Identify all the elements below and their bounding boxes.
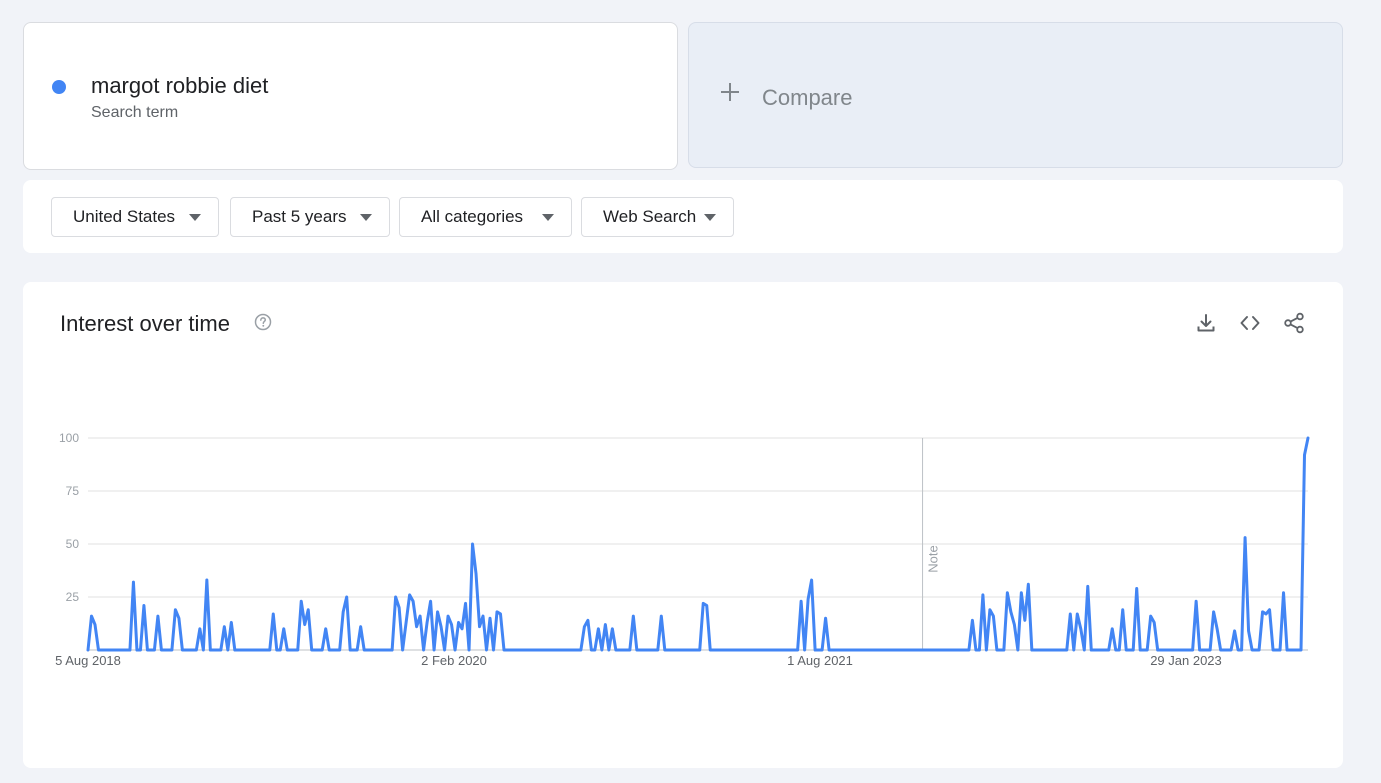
- search-term-subtitle: Search term: [91, 104, 179, 121]
- caret-down-icon: [542, 214, 554, 221]
- search-type-filter-dropdown[interactable]: Web Search: [581, 197, 734, 237]
- y-tick-label: 25: [66, 590, 80, 604]
- filter-bar: United States Past 5 years All categorie…: [23, 180, 1343, 253]
- search-term-card[interactable]: margot robbie diet Search term: [23, 22, 678, 170]
- search-term-name[interactable]: margot robbie diet: [91, 73, 268, 99]
- plus-icon: [721, 83, 739, 101]
- time-range-filter-label: Past 5 years: [252, 207, 347, 226]
- time-range-filter-dropdown[interactable]: Past 5 years: [230, 197, 390, 237]
- chart-x-axis: 5 Aug 2018 2 Feb 2020 1 Aug 2021 29 Jan 202…: [55, 653, 1222, 668]
- region-filter-label: United States: [73, 207, 176, 226]
- x-tick-label: 29 Jan 2023: [1150, 653, 1222, 668]
- series-color-dot: [52, 80, 66, 94]
- region-filter-dropdown[interactable]: United States: [51, 197, 219, 237]
- y-tick-label: 75: [66, 484, 80, 498]
- note-label[interactable]: Note: [926, 545, 941, 572]
- x-tick-label: 2 Feb 2020: [421, 653, 487, 668]
- interest-line-chart: 25 50 75 100 Note 5 Aug 2018 2 Feb 2020 1 Aug…: [55, 431, 1310, 668]
- search-type-filter-label: Web Search: [603, 207, 697, 226]
- caret-down-icon: [360, 214, 372, 221]
- x-tick-label: 5 Aug 2018: [55, 653, 121, 668]
- compare-button[interactable]: Compare: [688, 22, 1343, 168]
- caret-down-icon: [704, 214, 716, 221]
- category-filter-dropdown[interactable]: All categories: [399, 197, 572, 237]
- y-tick-label: 100: [59, 431, 79, 445]
- caret-down-icon: [189, 214, 201, 221]
- x-tick-label: 1 Aug 2021: [787, 653, 853, 668]
- interest-over-time-card: Interest over time 25 50 75 100 Note 5 Aug …: [23, 282, 1343, 768]
- compare-label: Compare: [762, 85, 853, 110]
- y-tick-label: 50: [66, 537, 80, 551]
- category-filter-label: All categories: [421, 207, 524, 226]
